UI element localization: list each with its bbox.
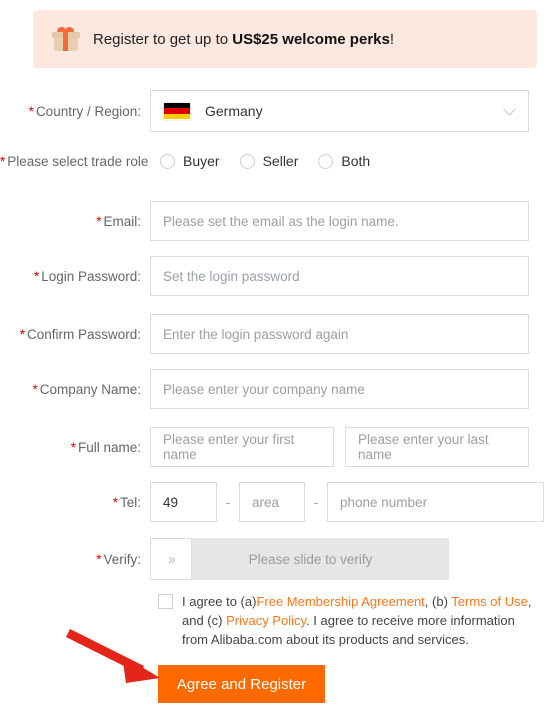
radio-seller[interactable]: Seller bbox=[239, 153, 298, 169]
promo-banner: Register to get up to US$25 welcome perk… bbox=[33, 10, 537, 68]
country-region-row: * Country / Region: Germany bbox=[0, 90, 557, 132]
tel-separator: - bbox=[313, 494, 319, 510]
country-region-label: * Country / Region: bbox=[28, 103, 141, 119]
required-marker: * bbox=[33, 268, 40, 284]
confirm-password-label: * Confirm Password: bbox=[19, 326, 141, 342]
red-pointer-arrow bbox=[65, 628, 160, 683]
confirm-password-input[interactable]: Enter the login password again bbox=[150, 314, 529, 354]
country-selected-value: Germany bbox=[205, 103, 263, 119]
trade-role-label: * Please select trade role bbox=[0, 153, 149, 169]
tel-area-placeholder: area bbox=[252, 494, 280, 510]
required-marker: * bbox=[19, 326, 25, 342]
first-name-input[interactable]: Please enter your first name bbox=[150, 427, 334, 467]
required-marker: * bbox=[0, 153, 6, 169]
first-name-placeholder: Please enter your first name bbox=[163, 432, 295, 462]
agreement-text: I agree to (a)Free Membership Agreement,… bbox=[182, 592, 538, 649]
privacy-policy-link[interactable]: Privacy Policy bbox=[226, 613, 306, 628]
tel-area-input[interactable]: area bbox=[239, 482, 305, 522]
radio-circle-icon bbox=[239, 153, 255, 169]
company-name-placeholder: Please enter your company name bbox=[163, 381, 365, 397]
required-marker: * bbox=[112, 494, 118, 510]
required-marker: * bbox=[32, 381, 38, 397]
promo-text-before: Register to get up to bbox=[93, 30, 233, 48]
tel-country-code-value: 49 bbox=[163, 494, 179, 510]
radio-circle-icon bbox=[160, 153, 175, 169]
tel-number-placeholder: phone number bbox=[340, 494, 428, 510]
promo-text-after: ! bbox=[389, 30, 395, 48]
login-password-input[interactable]: Set the login password bbox=[150, 256, 529, 296]
full-name-label: * Full name: bbox=[70, 439, 141, 455]
email-input[interactable]: Please set the email as the login name. bbox=[150, 201, 529, 241]
radio-both[interactable]: Both bbox=[318, 153, 370, 169]
company-name-row: * Company Name: Please enter your company… bbox=[0, 369, 557, 409]
promo-text: Register to get up to US$25 welcome perk… bbox=[93, 31, 394, 48]
terms-of-use-link[interactable]: Terms of Use bbox=[451, 594, 528, 609]
required-marker: * bbox=[28, 103, 34, 119]
tel-number-input[interactable]: phone number bbox=[327, 482, 544, 522]
verify-slider-handle[interactable]: ›› bbox=[150, 538, 192, 580]
radio-buyer[interactable]: Buyer bbox=[160, 153, 220, 169]
required-marker: * bbox=[96, 551, 102, 567]
login-password-label: * Login Password: bbox=[33, 268, 141, 284]
last-name-placeholder: Please enter your last name bbox=[358, 432, 489, 462]
double-chevron-right-icon: ›› bbox=[168, 550, 176, 568]
tel-label: * Tel: bbox=[112, 494, 141, 510]
verify-slider-text: Please slide to verify bbox=[248, 551, 373, 567]
trade-role-row: * Please select trade role Buyer Seller B… bbox=[0, 153, 557, 169]
required-marker: * bbox=[96, 213, 102, 229]
required-marker: * bbox=[70, 439, 76, 455]
promo-highlight: US$25 welcome perks bbox=[232, 30, 390, 48]
email-label: * Email: bbox=[96, 213, 141, 229]
radio-circle-icon bbox=[318, 153, 334, 169]
agreement-checkbox[interactable] bbox=[158, 594, 173, 609]
email-placeholder: Please set the email as the login name. bbox=[163, 213, 399, 229]
germany-flag-icon bbox=[163, 101, 191, 121]
agreement-part-2: , (b) bbox=[424, 594, 452, 609]
agreement-block: I agree to (a)Free Membership Agreement,… bbox=[158, 592, 538, 649]
trade-role-options: Buyer Seller Both bbox=[160, 153, 390, 169]
registration-page: Register to get up to US$25 welcome perk… bbox=[0, 0, 557, 720]
company-name-input[interactable]: Please enter your company name bbox=[150, 369, 529, 409]
chevron-down-icon bbox=[503, 102, 516, 116]
agree-and-register-button[interactable]: Agree and Register bbox=[158, 665, 325, 703]
tel-country-code-input[interactable]: 49 bbox=[150, 482, 217, 522]
login-password-placeholder: Set the login password bbox=[163, 268, 300, 284]
tel-row: * Tel: 49 - area - phone number bbox=[0, 482, 557, 522]
login-password-row: * Login Password: Set the login password bbox=[0, 256, 557, 296]
country-region-select[interactable]: Germany bbox=[150, 90, 529, 132]
full-name-row: * Full name: Please enter your first name… bbox=[0, 427, 557, 467]
confirm-password-row: * Confirm Password: Enter the login passw… bbox=[0, 314, 557, 354]
last-name-input[interactable]: Please enter your last name bbox=[345, 427, 529, 467]
tel-separator: - bbox=[225, 494, 231, 510]
verify-label: * Verify: bbox=[96, 551, 141, 567]
email-row: * Email: Please set the email as the logi… bbox=[0, 201, 557, 241]
agreement-part-1: I agree to (a) bbox=[182, 594, 257, 609]
free-membership-agreement-link[interactable]: Free Membership Agreement bbox=[256, 594, 424, 609]
confirm-password-placeholder: Enter the login password again bbox=[163, 326, 349, 342]
company-name-label: * Company Name: bbox=[32, 381, 141, 397]
verify-row: * Verify: ›› Please slide to verify bbox=[0, 538, 557, 580]
verify-slider-track[interactable]: ›› Please slide to verify bbox=[150, 538, 449, 580]
gift-box-icon bbox=[51, 25, 81, 53]
